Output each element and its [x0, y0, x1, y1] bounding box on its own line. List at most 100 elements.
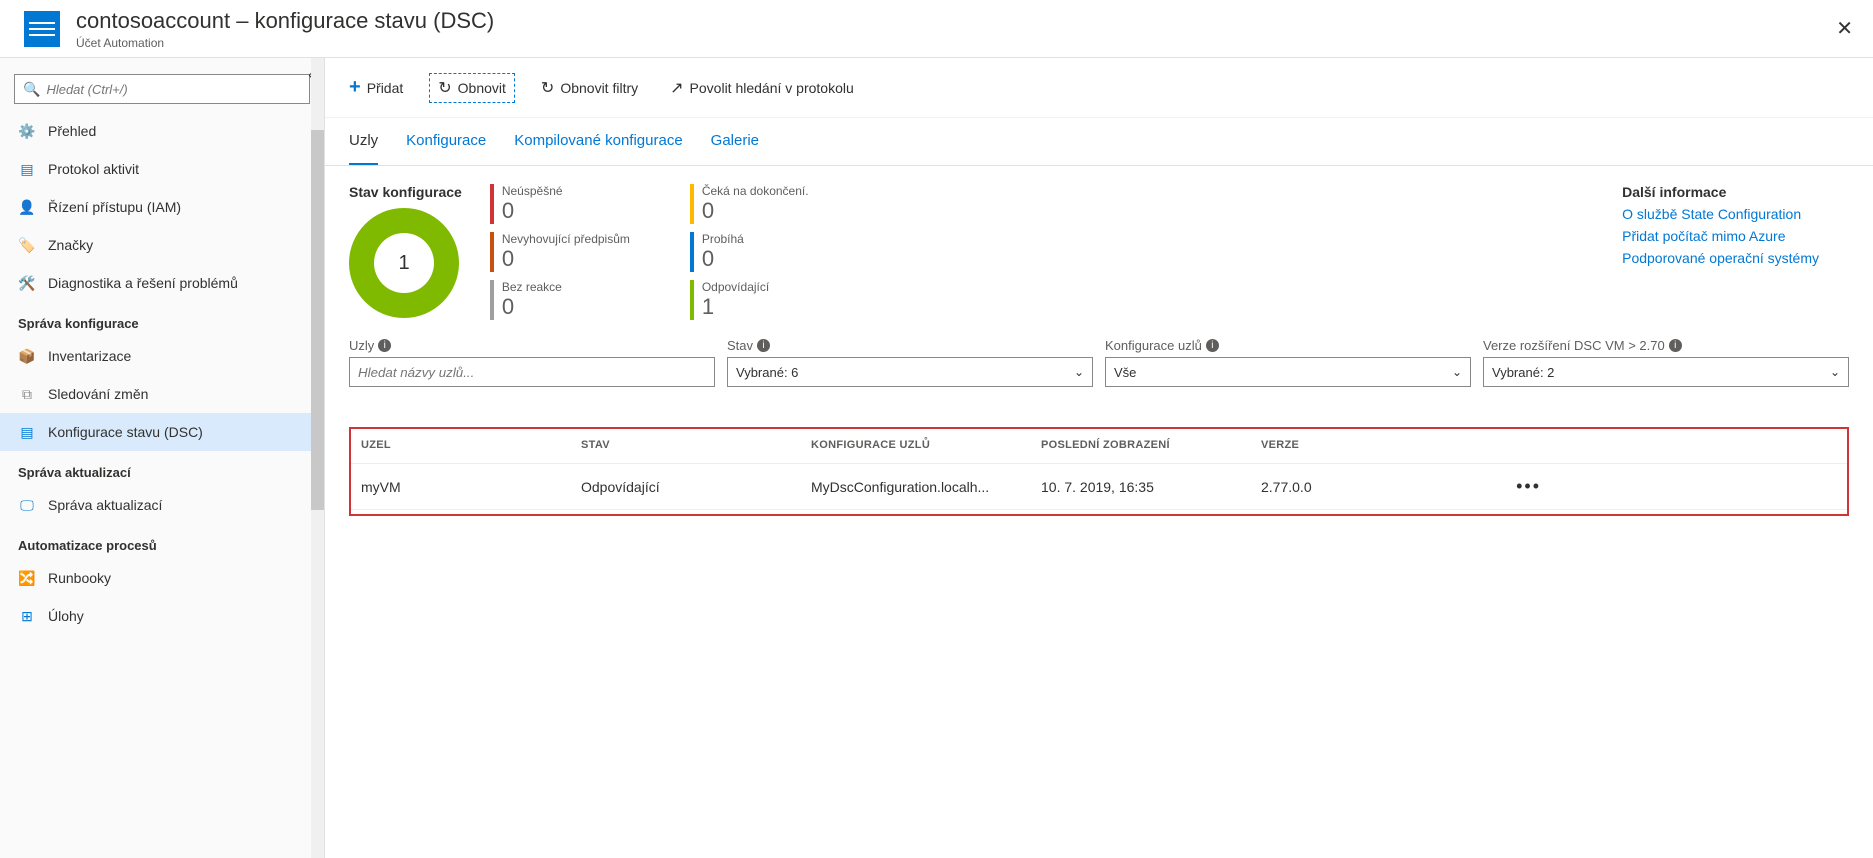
- sidebar-item-label: Značky: [48, 237, 93, 253]
- table-header: UZEL STAV KONFIGURACE UZLŮ POSLEDNÍ ZOBR…: [351, 433, 1847, 463]
- status-compliant[interactable]: Odpovídající1: [690, 280, 870, 320]
- sidebar-item-dsc[interactable]: ▤ Konfigurace stavu (DSC): [0, 413, 324, 451]
- status-pending[interactable]: Čeká na dokončení.0: [690, 184, 870, 224]
- sidebar: « 🔍 ⚙️Přehled ▤Protokol aktivit 👤Řízení …: [0, 58, 325, 858]
- filter-state-select[interactable]: Vybrané: 6⌄: [727, 357, 1093, 387]
- cell-config: MyDscConfiguration.localh...: [811, 479, 1041, 495]
- col-version[interactable]: VERZE: [1261, 439, 1481, 451]
- cell-state: Odpovídající: [581, 479, 811, 495]
- sidebar-item-label: Řízení přístupu (IAM): [48, 199, 181, 215]
- status-title: Stav konfigurace: [349, 184, 462, 200]
- info-icon[interactable]: i: [1206, 339, 1219, 352]
- filter-version-label: Verze rozšíření DSC VM > 2.70i: [1483, 338, 1849, 353]
- dsc-icon: [24, 11, 60, 47]
- changes-icon: ⧉: [18, 385, 36, 403]
- col-last[interactable]: POSLEDNÍ ZOBRAZENÍ: [1041, 439, 1261, 451]
- sidebar-item-label: Inventarizace: [48, 348, 131, 364]
- sidebar-item-inventory[interactable]: 📦 Inventarizace: [0, 337, 324, 375]
- tab-compiled[interactable]: Kompilované konfigurace: [514, 118, 682, 165]
- sidebar-item-iam[interactable]: 👤 Řízení přístupu (IAM): [0, 188, 324, 226]
- add-button-label: Přidat: [367, 80, 404, 96]
- col-state[interactable]: STAV: [581, 439, 811, 451]
- info-icon[interactable]: i: [1669, 339, 1682, 352]
- sidebar-item-activity-log[interactable]: ▤ Protokol aktivit: [0, 150, 324, 188]
- sidebar-group-config: Správa konfigurace: [0, 302, 324, 337]
- info-links: Další informace O službě State Configura…: [1622, 184, 1849, 266]
- enable-log-label: Povolit hledání v protokolu: [690, 80, 854, 96]
- info-icon[interactable]: i: [757, 339, 770, 352]
- sidebar-group-updates: Správa aktualizací: [0, 451, 324, 486]
- jobs-icon: ⊞: [18, 607, 36, 625]
- diagnose-icon: 🛠️: [18, 274, 36, 292]
- filter-nodes-label: Uzlyi: [349, 338, 715, 353]
- tab-nodes[interactable]: Uzly: [349, 118, 378, 165]
- tab-configurations[interactable]: Konfigurace: [406, 118, 486, 165]
- status-inprogress[interactable]: Probíhá0: [690, 232, 870, 272]
- sidebar-item-diagnose[interactable]: 🛠️ Diagnostika a řešení problémů: [0, 264, 324, 302]
- refresh-icon: ↻: [541, 78, 554, 98]
- tabs: Uzly Konfigurace Kompilované konfigurace…: [325, 118, 1873, 166]
- search-icon: 🔍: [23, 81, 40, 98]
- iam-icon: 👤: [18, 198, 36, 216]
- chevron-down-icon: ⌄: [1452, 365, 1462, 379]
- page-subtitle: Účet Automation: [76, 36, 494, 50]
- plus-icon: +: [349, 76, 361, 99]
- status-unresponsive[interactable]: Bez reakce0: [490, 280, 670, 320]
- cell-last: 10. 7. 2019, 16:35: [1041, 479, 1261, 495]
- status-failed[interactable]: Neúspěšné0: [490, 184, 670, 224]
- filter-nodeconfig-label: Konfigurace uzlůi: [1105, 338, 1471, 353]
- refresh-button[interactable]: ↻ Obnovit: [429, 73, 515, 103]
- add-button[interactable]: + Přidat: [343, 72, 409, 103]
- sidebar-item-label: Protokol aktivit: [48, 161, 139, 177]
- sidebar-item-label: Správa aktualizací: [48, 497, 162, 513]
- filter-state-label: Stavi: [727, 338, 1093, 353]
- sidebar-item-tags[interactable]: 🏷️ Značky: [0, 226, 324, 264]
- donut-total: 1: [398, 252, 409, 275]
- enable-log-button[interactable]: ↗ Povolit hledání v protokolu: [664, 74, 860, 102]
- external-icon: ↗: [670, 78, 683, 98]
- filter-nodes-input[interactable]: [349, 357, 715, 387]
- sidebar-item-label: Úlohy: [48, 608, 84, 624]
- sidebar-group-automation: Automatizace procesů: [0, 524, 324, 559]
- tag-icon: 🏷️: [18, 236, 36, 254]
- link-about-state-config[interactable]: O službě State Configuration: [1622, 206, 1819, 222]
- cell-version: 2.77.0.0: [1261, 479, 1481, 495]
- sidebar-item-label: Sledování změn: [48, 386, 148, 402]
- row-menu-button[interactable]: •••: [1481, 476, 1541, 497]
- sidebar-item-jobs[interactable]: ⊞ Úlohy: [0, 597, 324, 635]
- close-icon[interactable]: ✕: [1836, 16, 1853, 41]
- tab-gallery[interactable]: Galerie: [711, 118, 759, 165]
- filter-nodeconfig-select[interactable]: Vše⌄: [1105, 357, 1471, 387]
- link-add-non-azure[interactable]: Přidat počítač mimo Azure: [1622, 228, 1819, 244]
- table-row[interactable]: myVM Odpovídající MyDscConfiguration.loc…: [351, 463, 1847, 510]
- sidebar-item-change-tracking[interactable]: ⧉ Sledování změn: [0, 375, 324, 413]
- sidebar-item-label: Přehled: [48, 123, 96, 139]
- col-config[interactable]: KONFIGURACE UZLŮ: [811, 439, 1041, 451]
- refresh-button-label: Obnovit: [458, 80, 506, 96]
- chevron-down-icon: ⌄: [1830, 365, 1840, 379]
- sidebar-item-runbooks[interactable]: 🔀Runbooky: [0, 559, 324, 597]
- refresh-icon: ↻: [438, 78, 451, 98]
- col-node[interactable]: UZEL: [361, 439, 581, 451]
- dsc-small-icon: ▤: [18, 423, 36, 441]
- status-noncompliant[interactable]: Nevyhovující předpisům0: [490, 232, 670, 272]
- sidebar-search-input[interactable]: [46, 82, 301, 97]
- runbook-icon: 🔀: [18, 569, 36, 587]
- sidebar-item-overview[interactable]: ⚙️ Přehled: [0, 112, 324, 150]
- filter-version-select[interactable]: Vybrané: 2⌄: [1483, 357, 1849, 387]
- overview-icon: ⚙️: [18, 122, 36, 140]
- sidebar-scrollbar[interactable]: [311, 58, 324, 858]
- sidebar-item-label: Diagnostika a řešení problémů: [48, 275, 238, 291]
- toolbar: + Přidat ↻ Obnovit ↻Obnovit filtry ↗ Povoli…: [325, 58, 1873, 118]
- chevron-down-icon: ⌄: [1074, 365, 1084, 379]
- info-icon[interactable]: i: [378, 339, 391, 352]
- sidebar-search[interactable]: 🔍: [14, 74, 310, 104]
- inventory-icon: 📦: [18, 347, 36, 365]
- log-icon: ▤: [18, 160, 36, 178]
- sidebar-item-label: Konfigurace stavu (DSC): [48, 424, 203, 440]
- page-title: contosoaccount – konfigurace stavu (DSC): [76, 8, 494, 34]
- refresh-filters-button[interactable]: ↻Obnovit filtry: [535, 74, 644, 102]
- sidebar-item-update-mgmt[interactable]: 🖵Správa aktualizací: [0, 486, 324, 524]
- link-supported-os[interactable]: Podporované operační systémy: [1622, 250, 1819, 266]
- status-donut-chart: 1: [349, 208, 459, 318]
